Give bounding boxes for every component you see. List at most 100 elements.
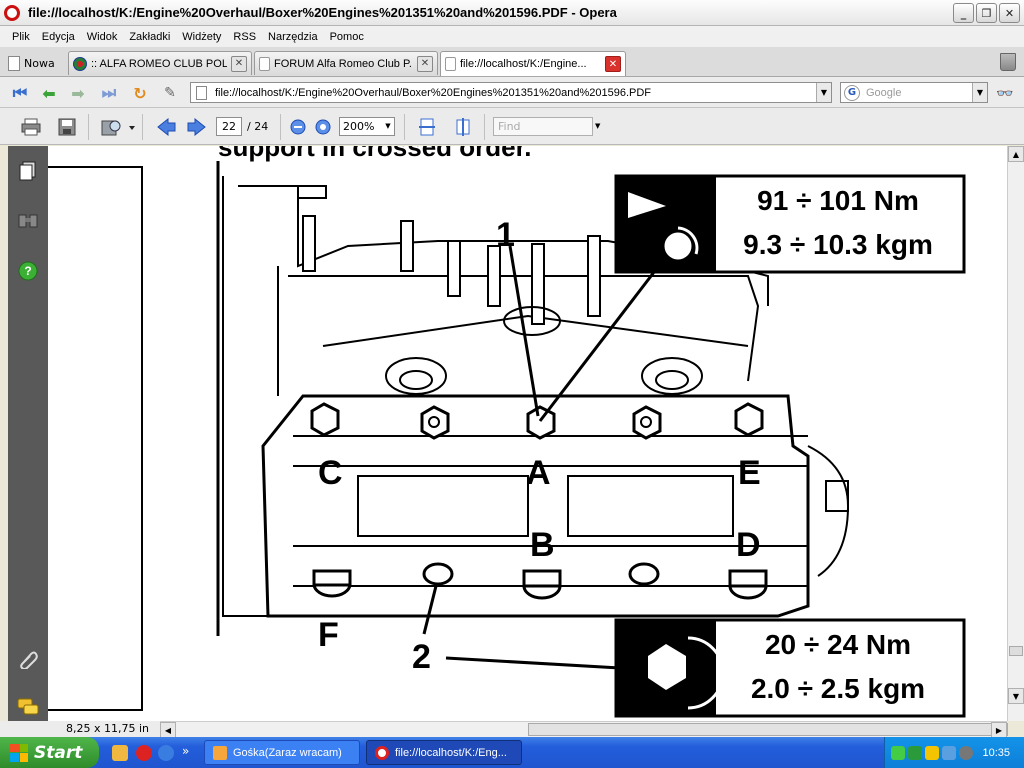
page-number-input[interactable]: 22 <box>216 117 242 136</box>
close-tab-icon[interactable]: ✕ <box>417 55 433 72</box>
opera-icon <box>4 4 20 21</box>
toolbar-separator <box>484 114 485 140</box>
tray-security-icon[interactable] <box>959 745 973 760</box>
paperclip-icon[interactable] <box>17 648 39 670</box>
fit-page-icon[interactable] <box>452 116 474 138</box>
menu-pomoc[interactable]: Pomoc <box>324 31 370 43</box>
tray-messenger-icon[interactable] <box>908 745 922 760</box>
zoom-out-icon[interactable] <box>287 116 309 138</box>
taskbar-button-opera[interactable]: file://localhost/K:/Eng... <box>366 740 522 765</box>
diagram-top-text: support in crossed order. <box>218 146 532 162</box>
scroll-thumb[interactable] <box>1009 646 1023 656</box>
callout-1: 1 <box>496 216 515 254</box>
callout-2: 2 <box>412 638 431 676</box>
zoom-glasses-icon[interactable]: 👓 <box>996 86 1013 102</box>
close-button[interactable]: ✕ <box>999 3 1020 23</box>
title-bar: file://localhost/K:/Engine%20Overhaul/Bo… <box>0 0 1024 26</box>
opera-icon <box>375 745 389 760</box>
pages-icon[interactable] <box>17 160 39 182</box>
hscroll-thumb[interactable] <box>528 723 1008 736</box>
address-input[interactable]: file://localhost/K:/Engine%20Overhaul/Bo… <box>215 87 816 99</box>
scroll-up-icon[interactable]: ▲ <box>1008 146 1024 162</box>
quicklaunch-folder-icon[interactable] <box>112 745 128 761</box>
tray-computer-icon[interactable] <box>942 745 956 760</box>
quicklaunch-opera-icon[interactable] <box>136 745 152 761</box>
pdf-viewer[interactable]: support in crossed order. C A E B D F 1 … <box>48 146 1007 721</box>
back-icon[interactable]: ⬅ <box>39 83 59 103</box>
toolbar-separator <box>404 114 405 140</box>
reload-icon[interactable]: ↻ <box>130 83 150 103</box>
label-a: A <box>526 454 551 492</box>
tab-alfa-romeo-club[interactable]: :: ALFA ROMEO CLUB POL... ✕ <box>68 51 252 75</box>
page-total: / 24 <box>247 120 269 133</box>
rewind-icon[interactable]: ⏮ <box>10 83 30 103</box>
tray-sun-icon[interactable] <box>925 745 939 760</box>
menu-widzety[interactable]: Widżety <box>176 31 227 43</box>
top-torque-kgm: 9.3 ÷ 10.3 kgm <box>743 229 933 260</box>
toolbar-separator <box>142 114 143 140</box>
zoom-select[interactable]: 200% ▼ <box>339 117 395 136</box>
search-document-icon[interactable] <box>100 116 136 138</box>
windows-logo-icon <box>10 743 28 762</box>
start-button[interactable]: Start <box>0 737 99 768</box>
window-controls: _ ❐ ✕ <box>953 3 1020 23</box>
menu-bar: Plik Edycja Widok Zakładki Widżety RSS N… <box>0 26 1024 47</box>
toolbar-separator <box>88 114 89 140</box>
tab-pdf-file[interactable]: file://localhost/K:/Engine... ✕ <box>440 51 626 76</box>
menu-zakladki[interactable]: Zakładki <box>123 31 176 43</box>
search-box[interactable]: G Google ▼ <box>840 82 988 103</box>
clock: 10:35 <box>982 746 1010 759</box>
tab-forum-alfa-romeo[interactable]: FORUM Alfa Romeo Club P... ✕ <box>254 51 438 75</box>
scroll-left-icon[interactable]: ◀ <box>160 722 176 738</box>
toolbar-separator <box>280 114 281 140</box>
attachments-binoculars-icon[interactable] <box>17 210 39 232</box>
zoom-dropdown-icon[interactable]: ▼ <box>382 118 394 135</box>
close-tab-icon[interactable]: ✕ <box>231 55 247 72</box>
alfa-romeo-icon <box>73 56 87 71</box>
find-input[interactable]: Find <box>493 117 593 136</box>
page-size-status: 8,25 x 11,75 in <box>0 721 160 737</box>
help-icon[interactable]: ? <box>17 260 39 282</box>
zoom-in-icon[interactable] <box>312 116 334 138</box>
address-bar[interactable]: file://localhost/K:/Engine%20Overhaul/Bo… <box>190 82 832 103</box>
minimize-button[interactable]: _ <box>953 3 974 23</box>
quicklaunch-ie-icon[interactable] <box>158 745 174 761</box>
forward-icon[interactable]: ➡ <box>68 83 88 103</box>
horizontal-scrollbar[interactable]: ◀ ▶ <box>160 721 1008 738</box>
search-engine-dropdown-icon[interactable]: ▼ <box>972 83 987 102</box>
edit-icon[interactable]: ✎ <box>160 83 180 103</box>
new-tab-button[interactable]: Nowa <box>4 52 59 74</box>
tab-label: file://localhost/K:/Engine... <box>460 58 587 70</box>
scroll-down-icon[interactable]: ▼ <box>1008 688 1024 704</box>
google-icon: G <box>844 84 860 101</box>
zoom-value: 200% <box>343 120 375 133</box>
pdf-side-panel: ? <box>8 146 48 721</box>
address-dropdown-icon[interactable]: ▼ <box>816 83 831 102</box>
fit-width-icon[interactable] <box>416 116 438 138</box>
menu-narzedzia[interactable]: Narzędzia <box>262 31 324 43</box>
comments-icon[interactable] <box>17 696 39 718</box>
save-icon[interactable] <box>56 116 78 138</box>
quicklaunch-more-icon[interactable]: » <box>182 744 189 758</box>
scroll-right-icon[interactable]: ▶ <box>991 722 1007 738</box>
tray-network-icon[interactable] <box>891 745 905 760</box>
previous-page-icon[interactable] <box>155 116 177 138</box>
menu-rss[interactable]: RSS <box>227 31 262 43</box>
menu-plik[interactable]: Plik <box>6 31 36 43</box>
menu-widok[interactable]: Widok <box>81 31 124 43</box>
page-icon <box>259 56 270 71</box>
menu-edycja[interactable]: Edycja <box>36 31 81 43</box>
window-title: file://localhost/K:/Engine%20Overhaul/Bo… <box>28 5 617 20</box>
print-icon[interactable] <box>20 116 42 138</box>
taskbar-button-label: Gośka(Zaraz wracam) <box>233 746 342 759</box>
vertical-scrollbar[interactable]: ▲ ▼ <box>1007 146 1024 721</box>
label-c: C <box>318 454 343 492</box>
next-page-icon[interactable] <box>186 116 208 138</box>
trash-icon[interactable] <box>1000 53 1016 71</box>
fast-forward-icon[interactable]: ⏭ <box>99 83 119 103</box>
taskbar-button-goska[interactable]: Gośka(Zaraz wracam) <box>204 740 360 765</box>
search-input[interactable]: Google <box>866 87 972 99</box>
close-tab-icon[interactable]: ✕ <box>605 56 621 72</box>
restore-button[interactable]: ❐ <box>976 3 997 23</box>
find-dropdown-icon[interactable]: ▼ <box>595 122 600 130</box>
